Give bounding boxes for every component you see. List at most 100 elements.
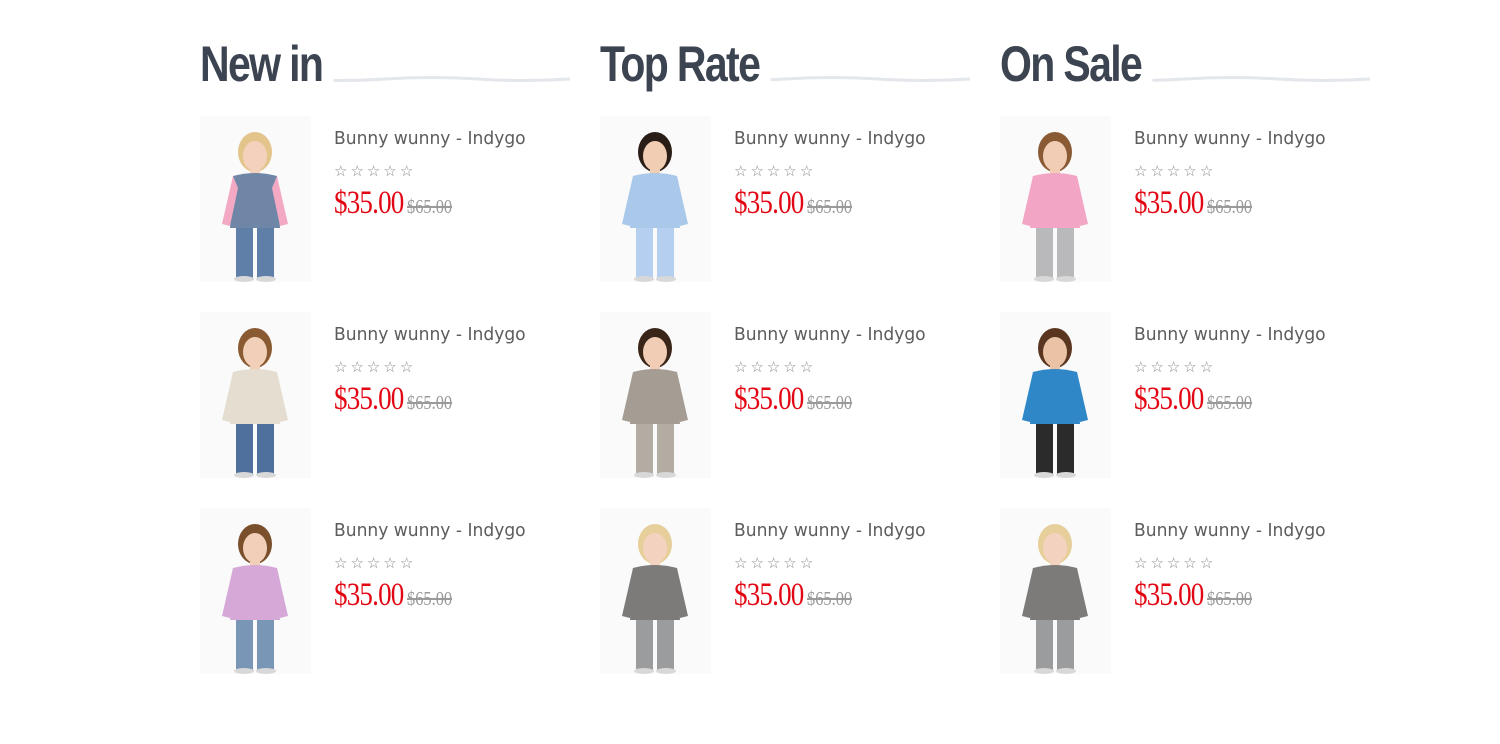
product-image[interactable] [200,508,311,674]
product-name-link[interactable]: Bunny wunny - Indygo [734,128,926,149]
section-title: New in [200,32,334,96]
star-outline-icon: ☆ [399,359,414,376]
product-image[interactable] [600,116,711,282]
product-image[interactable] [1000,312,1111,478]
section-new-in: New in Bunny wunny - Indygo ☆ ☆ ☆ ☆ ☆ $35.00… [200,30,570,674]
star-outline-icon: ☆ [799,555,814,572]
child-model-illustration [1022,328,1088,478]
child-model-illustration [622,328,688,478]
star-outline-icon: ☆ [1134,359,1148,376]
child-model-illustration [222,328,288,478]
product-name-link[interactable]: Bunny wunny - Indygo [734,520,926,541]
price-row: $35.00 $65.00 [1134,381,1336,418]
current-price: $35.00 [334,381,404,417]
current-price: $35.00 [734,381,804,417]
star-outline-icon: ☆ [334,359,348,376]
product-name-link[interactable]: Bunny wunny - Indygo [1134,520,1326,541]
star-outline-icon: ☆ [1199,359,1214,376]
star-outline-icon: ☆ [1166,359,1181,376]
child-model-illustration [622,524,688,674]
old-price: $65.00 [806,392,852,414]
product-image[interactable] [200,116,311,282]
section-title: Top Rate [600,32,771,96]
product-card: Bunny wunny - Indygo ☆ ☆ ☆ ☆ ☆ $35.00 $65.00 [1000,508,1370,674]
star-outline-icon: ☆ [1199,163,1214,180]
rating-stars: ☆ ☆ ☆ ☆ ☆ [334,359,536,377]
current-price: $35.00 [734,577,804,613]
old-price: $65.00 [406,588,452,610]
star-outline-icon: ☆ [350,359,364,376]
star-outline-icon: ☆ [1183,359,1197,376]
product-name-link[interactable]: Bunny wunny - Indygo [334,520,526,541]
product-image[interactable] [1000,116,1111,282]
section-header: Top Rate [600,30,970,116]
product-info: Bunny wunny - Indygo ☆ ☆ ☆ ☆ ☆ $35.00 $65.00 [734,116,936,282]
product-name-link[interactable]: Bunny wunny - Indygo [1134,128,1326,149]
product-card: Bunny wunny - Indygo ☆ ☆ ☆ ☆ ☆ $35.00 $65.00 [200,312,570,478]
rating-stars: ☆ ☆ ☆ ☆ ☆ [1134,359,1336,377]
product-columns: New in Bunny wunny - Indygo ☆ ☆ ☆ ☆ ☆ $35.00… [200,30,1370,674]
product-image[interactable] [600,312,711,478]
product-info: Bunny wunny - Indygo ☆ ☆ ☆ ☆ ☆ $35.00 $65.00 [1134,116,1336,282]
star-outline-icon: ☆ [1166,163,1181,180]
current-price: $35.00 [1134,577,1204,613]
price-row: $35.00 $65.00 [1134,577,1336,614]
rating-stars: ☆ ☆ ☆ ☆ ☆ [334,555,536,573]
rating-stars: ☆ ☆ ☆ ☆ ☆ [1134,163,1336,181]
star-outline-icon: ☆ [366,359,381,376]
star-outline-icon: ☆ [1134,163,1148,180]
price-row: $35.00 $65.00 [1134,185,1336,222]
current-price: $35.00 [1134,185,1204,221]
star-outline-icon: ☆ [1150,555,1164,572]
old-price: $65.00 [1206,196,1252,218]
price-row: $35.00 $65.00 [734,577,936,614]
product-name-link[interactable]: Bunny wunny - Indygo [334,128,526,149]
product-info: Bunny wunny - Indygo ☆ ☆ ☆ ☆ ☆ $35.00 $65.00 [734,312,936,478]
child-model-illustration [622,132,688,282]
product-info: Bunny wunny - Indygo ☆ ☆ ☆ ☆ ☆ $35.00 $65.00 [734,508,936,674]
old-price: $65.00 [806,588,852,610]
product-name-link[interactable]: Bunny wunny - Indygo [734,324,926,345]
price-row: $35.00 $65.00 [334,185,536,222]
star-outline-icon: ☆ [750,163,764,180]
product-name-link[interactable]: Bunny wunny - Indygo [334,324,526,345]
star-outline-icon: ☆ [366,555,381,572]
section-header: On Sale [1000,30,1370,116]
product-image[interactable] [200,312,311,478]
old-price: $65.00 [1206,588,1252,610]
star-outline-icon: ☆ [1150,359,1164,376]
product-card: Bunny wunny - Indygo ☆ ☆ ☆ ☆ ☆ $35.00 $65.00 [200,508,570,674]
current-price: $35.00 [734,185,804,221]
price-row: $35.00 $65.00 [734,185,936,222]
old-price: $65.00 [806,196,852,218]
price-row: $35.00 $65.00 [734,381,936,418]
section-top-rate: Top Rate Bunny wunny - Indygo ☆ ☆ ☆ ☆ ☆ $35.… [600,30,970,674]
current-price: $35.00 [334,185,404,221]
product-info: Bunny wunny - Indygo ☆ ☆ ☆ ☆ ☆ $35.00 $65.00 [334,508,536,674]
star-outline-icon: ☆ [1134,555,1148,572]
product-image[interactable] [600,508,711,674]
child-model-illustration [1022,524,1088,674]
star-outline-icon: ☆ [366,163,381,180]
section-title: On Sale [1000,32,1153,96]
star-outline-icon: ☆ [750,555,764,572]
star-outline-icon: ☆ [783,555,797,572]
star-outline-icon: ☆ [334,555,348,572]
product-list: Bunny wunny - Indygo ☆ ☆ ☆ ☆ ☆ $35.00 $65.00… [1000,116,1370,674]
product-info: Bunny wunny - Indygo ☆ ☆ ☆ ☆ ☆ $35.00 $65.00 [1134,312,1336,478]
price-row: $35.00 $65.00 [334,381,536,418]
star-outline-icon: ☆ [750,359,764,376]
old-price: $65.00 [406,392,452,414]
rating-stars: ☆ ☆ ☆ ☆ ☆ [1134,555,1336,573]
product-info: Bunny wunny - Indygo ☆ ☆ ☆ ☆ ☆ $35.00 $65.00 [334,312,536,478]
product-card: Bunny wunny - Indygo ☆ ☆ ☆ ☆ ☆ $35.00 $65.00 [200,116,570,282]
star-outline-icon: ☆ [734,359,748,376]
product-info: Bunny wunny - Indygo ☆ ☆ ☆ ☆ ☆ $35.00 $65.00 [334,116,536,282]
rating-stars: ☆ ☆ ☆ ☆ ☆ [734,163,936,181]
star-outline-icon: ☆ [383,163,397,180]
old-price: $65.00 [406,196,452,218]
product-card: Bunny wunny - Indygo ☆ ☆ ☆ ☆ ☆ $35.00 $65.00 [600,508,970,674]
product-image[interactable] [1000,508,1111,674]
product-list: Bunny wunny - Indygo ☆ ☆ ☆ ☆ ☆ $35.00 $65.00… [200,116,570,674]
product-name-link[interactable]: Bunny wunny - Indygo [1134,324,1326,345]
